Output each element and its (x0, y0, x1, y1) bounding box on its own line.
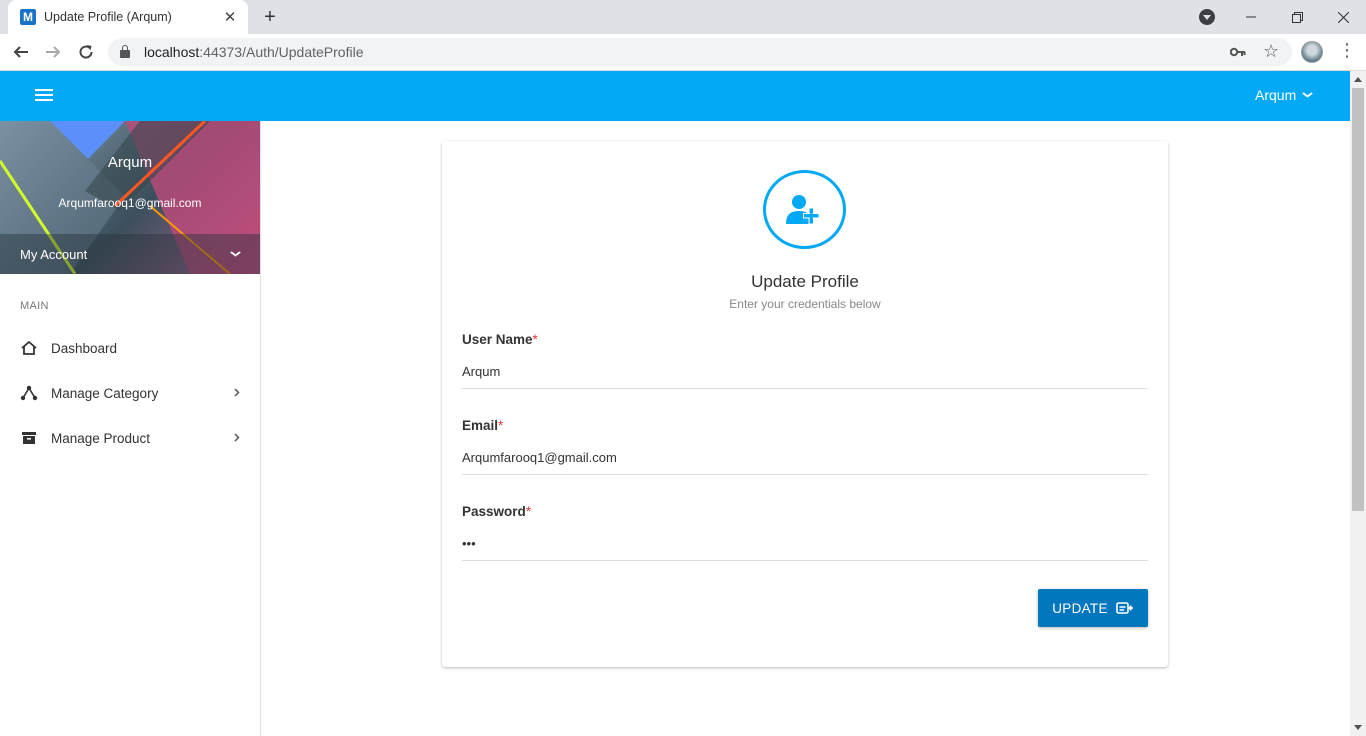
tab-title: Update Profile (Arqum) (44, 10, 172, 24)
update-button-label: UPDATE (1052, 600, 1108, 616)
category-icon (20, 384, 38, 402)
browser-avatar[interactable] (1301, 41, 1323, 63)
sidebar-profile-card: Arqum Arqumfarooq1@gmail.com My Account (0, 121, 260, 274)
back-icon[interactable] (9, 40, 33, 64)
required-mark: * (498, 418, 504, 433)
scroll-thumb[interactable] (1352, 88, 1364, 511)
password-input[interactable]: ••• (462, 536, 476, 551)
sidebar-item-label: Manage Product (51, 430, 151, 446)
address-bar: localhost:44373/Auth/UpdateProfile ☆ ⋮ (0, 34, 1366, 71)
input-underline (462, 388, 1148, 389)
email-field[interactable]: Email* Arqumfarooq1@gmail.com (462, 418, 1148, 475)
my-account-label: My Account (20, 246, 88, 262)
bookmark-star-icon[interactable]: ☆ (1263, 41, 1279, 62)
sidebar-item-dashboard[interactable]: Dashboard (0, 328, 260, 368)
nav-section-label: MAIN (20, 300, 49, 312)
email-label: Email* (462, 418, 504, 433)
update-button[interactable]: UPDATE (1038, 589, 1148, 627)
sidebar-item-manage-product[interactable]: Manage Product (0, 418, 260, 458)
reload-icon[interactable] (74, 40, 98, 64)
archive-icon (20, 429, 38, 447)
chevron-right-icon (234, 386, 240, 400)
form-subtitle: Enter your credentials below (729, 297, 881, 311)
favicon-icon: M (20, 9, 36, 25)
browser-profile-menu-icon[interactable] (1199, 9, 1215, 25)
user-dropdown[interactable]: Arqum (1255, 87, 1314, 103)
username-label: User Name* (462, 332, 538, 347)
new-tab-icon[interactable]: + (258, 6, 282, 28)
app-header: Arqum (0, 71, 1350, 121)
lock-icon (120, 44, 130, 58)
input-underline (462, 560, 1148, 561)
sidebar-item-manage-category[interactable]: Manage Category (0, 373, 260, 413)
restore-icon[interactable] (1274, 0, 1320, 34)
edit-document-icon (1115, 601, 1134, 615)
url-host: localhost (144, 44, 200, 60)
username-input[interactable]: Arqum (462, 364, 500, 379)
scroll-up-arrow-icon[interactable] (1354, 77, 1362, 82)
sidebar-item-label: Dashboard (51, 340, 118, 356)
url-field[interactable]: localhost:44373/Auth/UpdateProfile (108, 38, 1292, 66)
browser-tab-strip: M Update Profile (Arqum) ✕ + (0, 0, 1366, 34)
password-field[interactable]: Password* ••• (462, 504, 1148, 561)
required-mark: * (532, 332, 538, 347)
sidebar: Arqum Arqumfarooq1@gmail.com My Account … (0, 121, 261, 736)
chevron-down-icon (230, 249, 242, 260)
user-dropdown-label: Arqum (1255, 87, 1297, 103)
input-underline (462, 474, 1148, 475)
profile-name: Arqum (107, 154, 153, 171)
chevron-down-icon (1302, 90, 1314, 101)
add-user-icon (763, 170, 846, 249)
close-window-icon[interactable] (1320, 0, 1366, 34)
email-input[interactable]: Arqumfarooq1@gmail.com (462, 450, 617, 465)
page-scrollbar[interactable] (1350, 71, 1366, 736)
update-profile-card: Update Profile Enter your credentials be… (442, 141, 1168, 667)
tab-close-icon[interactable]: ✕ (222, 9, 238, 26)
browser-menu-icon[interactable]: ⋮ (1338, 40, 1356, 61)
required-mark: * (525, 504, 532, 519)
browser-tab[interactable]: M Update Profile (Arqum) ✕ (8, 0, 248, 34)
form-title: Update Profile (751, 272, 859, 291)
sidebar-item-label: Manage Category (51, 385, 159, 401)
chevron-right-icon (234, 431, 240, 445)
minimize-icon[interactable] (1228, 0, 1274, 34)
my-account-toggle[interactable]: My Account (0, 234, 260, 274)
username-field[interactable]: User Name* Arqum (462, 332, 1148, 389)
hamburger-menu-icon[interactable] (35, 89, 53, 103)
profile-email: Arqumfarooq1@gmail.com (58, 196, 202, 210)
home-icon (20, 339, 38, 357)
password-label: Password* (462, 504, 532, 519)
url-path: :44373/Auth/UpdateProfile (199, 44, 364, 60)
forward-icon[interactable] (41, 40, 65, 64)
scroll-down-arrow-icon[interactable] (1354, 725, 1362, 730)
key-icon[interactable] (1229, 44, 1246, 61)
